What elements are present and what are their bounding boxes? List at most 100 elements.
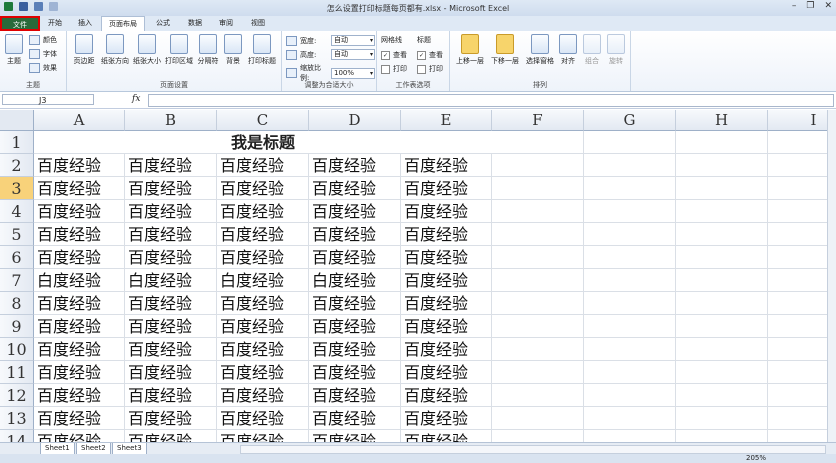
- cell[interactable]: 白度经验: [125, 269, 217, 292]
- cell[interactable]: 百度经验: [309, 200, 401, 223]
- column-header-e[interactable]: E: [401, 110, 492, 131]
- cell[interactable]: 百度经验: [125, 200, 217, 223]
- cell[interactable]: 百度经验: [125, 430, 217, 442]
- cell[interactable]: 百度经验: [125, 292, 217, 315]
- cell[interactable]: [584, 407, 676, 430]
- fonts-button[interactable]: 字体: [29, 49, 57, 59]
- cell[interactable]: [584, 177, 676, 200]
- cell[interactable]: [492, 154, 584, 177]
- cell[interactable]: 百度经验: [401, 384, 492, 407]
- cell[interactable]: [584, 269, 676, 292]
- horizontal-scrollbar[interactable]: [240, 445, 826, 454]
- tab-view[interactable]: 视图: [245, 16, 271, 31]
- print-titles-button[interactable]: 打印标题: [247, 34, 277, 66]
- scale-spinner[interactable]: 100%: [331, 67, 375, 79]
- cell[interactable]: 白度经验: [217, 269, 309, 292]
- cell[interactable]: [676, 292, 768, 315]
- cell[interactable]: 百度经验: [125, 315, 217, 338]
- cell[interactable]: 百度经验: [125, 154, 217, 177]
- margins-button[interactable]: 页边距: [71, 34, 97, 66]
- cell[interactable]: 百度经验: [34, 223, 125, 246]
- cell[interactable]: 白度经验: [309, 269, 401, 292]
- gridlines-view-checkbox[interactable]: ✓: [381, 50, 390, 60]
- column-header-g[interactable]: G: [584, 110, 676, 131]
- cell[interactable]: [768, 223, 836, 246]
- cell[interactable]: 百度经验: [309, 154, 401, 177]
- cell[interactable]: [768, 384, 836, 407]
- cell[interactable]: 百度经验: [217, 292, 309, 315]
- cell[interactable]: 百度经验: [125, 246, 217, 269]
- cell[interactable]: [584, 384, 676, 407]
- cell[interactable]: [676, 407, 768, 430]
- width-dropdown[interactable]: 自动: [331, 35, 375, 46]
- colors-button[interactable]: 颜色: [29, 35, 57, 45]
- column-header-b[interactable]: B: [125, 110, 217, 131]
- tab-review[interactable]: 审阅: [213, 16, 239, 31]
- selection-pane-button[interactable]: 选择窗格: [524, 34, 556, 66]
- cell[interactable]: 百度经验: [401, 200, 492, 223]
- tab-formulas[interactable]: 公式: [150, 16, 176, 31]
- cell[interactable]: 百度经验: [401, 177, 492, 200]
- cell[interactable]: 百度经验: [401, 430, 492, 442]
- cell[interactable]: [768, 338, 836, 361]
- cell[interactable]: 百度经验: [309, 338, 401, 361]
- row-header-9[interactable]: 9: [0, 315, 34, 338]
- row-header-5[interactable]: 5: [0, 223, 34, 246]
- cell[interactable]: [584, 338, 676, 361]
- cell[interactable]: [492, 315, 584, 338]
- cell[interactable]: [492, 223, 584, 246]
- zoom-level[interactable]: 205%: [746, 454, 766, 462]
- cell[interactable]: [768, 177, 836, 200]
- row-header-1[interactable]: 1: [0, 131, 34, 154]
- orientation-button[interactable]: 纸张方向: [100, 34, 130, 66]
- row-header-14[interactable]: 14: [0, 430, 34, 442]
- cell[interactable]: 百度经验: [217, 338, 309, 361]
- cell[interactable]: [584, 246, 676, 269]
- cell[interactable]: 百度经验: [34, 361, 125, 384]
- row-header-12[interactable]: 12: [0, 384, 34, 407]
- cell[interactable]: 百度经验: [309, 384, 401, 407]
- cell[interactable]: [492, 292, 584, 315]
- restore-icon[interactable]: ❐: [806, 1, 814, 11]
- cell[interactable]: [584, 200, 676, 223]
- cell[interactable]: 百度经验: [217, 384, 309, 407]
- cell[interactable]: 百度经验: [125, 223, 217, 246]
- cell[interactable]: 百度经验: [309, 430, 401, 442]
- cell[interactable]: [768, 246, 836, 269]
- rotate-button[interactable]: 旋转: [606, 34, 626, 66]
- cell[interactable]: 百度经验: [34, 246, 125, 269]
- cell[interactable]: [676, 269, 768, 292]
- cell[interactable]: [492, 407, 584, 430]
- cell[interactable]: 百度经验: [34, 292, 125, 315]
- column-header-f[interactable]: F: [492, 110, 584, 131]
- cell[interactable]: [676, 338, 768, 361]
- cell[interactable]: [768, 430, 836, 442]
- cell[interactable]: 百度经验: [217, 407, 309, 430]
- cell[interactable]: [676, 223, 768, 246]
- cell[interactable]: 百度经验: [401, 407, 492, 430]
- cell[interactable]: 百度经验: [125, 177, 217, 200]
- cell[interactable]: [584, 131, 676, 154]
- cell[interactable]: [492, 246, 584, 269]
- cell[interactable]: [768, 200, 836, 223]
- cell[interactable]: [676, 430, 768, 442]
- cell[interactable]: 百度经验: [401, 223, 492, 246]
- cell[interactable]: [676, 246, 768, 269]
- print-area-button[interactable]: 打印区域: [164, 34, 194, 66]
- cell[interactable]: [492, 177, 584, 200]
- cell[interactable]: [768, 292, 836, 315]
- cell[interactable]: [676, 177, 768, 200]
- cell[interactable]: 白度经验: [34, 269, 125, 292]
- cell[interactable]: [492, 338, 584, 361]
- insert-function-icon[interactable]: fx: [132, 94, 140, 104]
- row-header-13[interactable]: 13: [0, 407, 34, 430]
- cell[interactable]: 百度经验: [309, 361, 401, 384]
- cell[interactable]: 百度经验: [217, 177, 309, 200]
- headings-view[interactable]: ✓ 查看: [417, 50, 443, 60]
- cell[interactable]: 百度经验: [309, 407, 401, 430]
- cell[interactable]: [492, 384, 584, 407]
- cell[interactable]: [492, 269, 584, 292]
- headings-view-checkbox[interactable]: ✓: [417, 50, 426, 60]
- cell[interactable]: 百度经验: [401, 154, 492, 177]
- close-icon[interactable]: ✕: [824, 1, 832, 11]
